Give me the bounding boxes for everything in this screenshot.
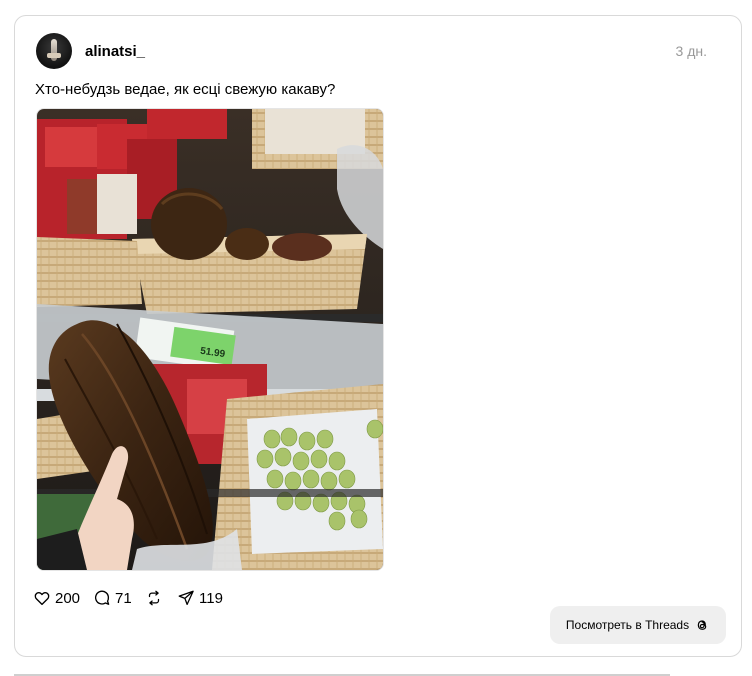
cocoa-pod-photo: 51.99 — [37, 109, 383, 570]
post-caption: Хто-небудзь ведае, як есці свежую какаву… — [35, 81, 336, 98]
share-button[interactable]: 119 — [177, 588, 223, 608]
post-card: alinatsi_ 3 дн. Хто-небудзь ведае, як ес… — [14, 15, 742, 657]
like-count: 200 — [55, 589, 81, 607]
repost-icon — [148, 590, 160, 606]
repost-button[interactable] — [145, 588, 163, 608]
threads-logo-icon — [694, 617, 710, 633]
avatar-figure-base — [47, 53, 61, 58]
share-count: 119 — [199, 589, 223, 607]
comment-button[interactable]: 71 — [93, 588, 132, 608]
view-in-threads-button[interactable]: Посмотреть в Threads — [550, 606, 726, 644]
view-in-threads-label: Посмотреть в Threads — [565, 618, 690, 632]
username[interactable]: alinatsi_ — [85, 43, 145, 60]
like-button[interactable]: 200 — [33, 588, 80, 608]
comment-count: 71 — [115, 589, 132, 607]
comment-bubble-icon — [94, 590, 110, 605]
post-time[interactable]: 3 дн. — [676, 43, 707, 59]
send-icon — [178, 590, 194, 606]
heart-icon — [34, 592, 50, 606]
post-photo[interactable]: 51.99 — [36, 108, 384, 571]
avatar[interactable] — [36, 33, 72, 69]
